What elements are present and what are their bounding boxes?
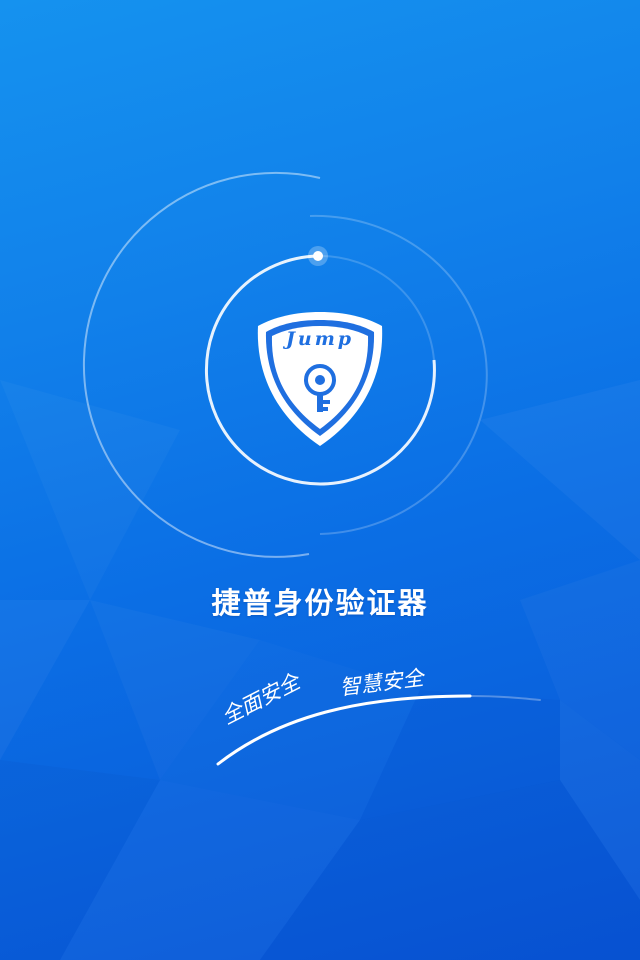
splash-screen: Jump 捷普身份验证器 全面安全 智慧安全 — [0, 0, 640, 960]
swoosh-line — [216, 694, 541, 766]
